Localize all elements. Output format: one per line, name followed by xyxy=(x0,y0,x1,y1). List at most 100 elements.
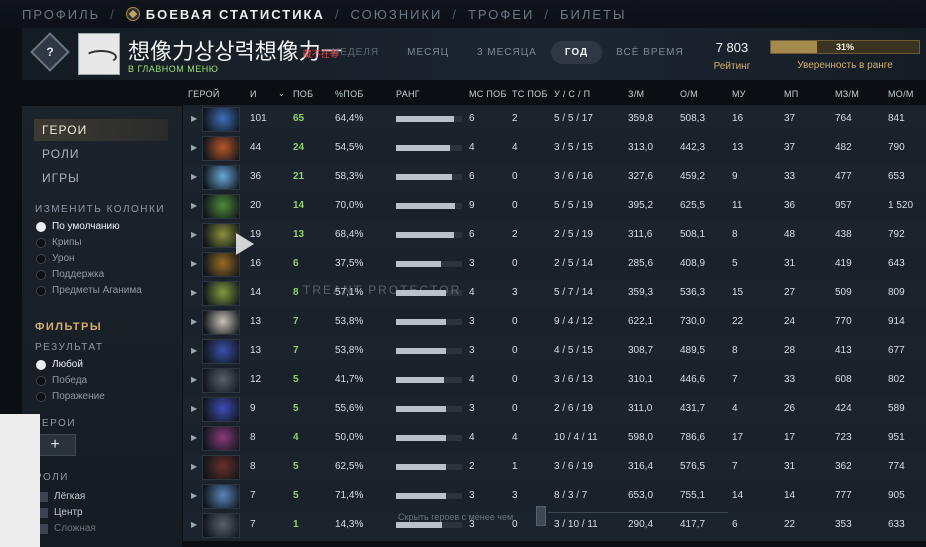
table-row[interactable]: ▶ 20 14 70,0% 9 0 5 / 5 / 19 395,2 625,5 11 36 957 1… xyxy=(183,192,926,221)
hero-portrait[interactable] xyxy=(202,455,240,480)
hero-portrait[interactable] xyxy=(202,223,240,248)
result-win-radio[interactable]: Победа xyxy=(36,375,87,386)
sidebar-item-heroes[interactable]: ГЕРОИ xyxy=(34,119,168,141)
avatar[interactable] xyxy=(78,33,120,75)
expand-row-icon[interactable]: ▶ xyxy=(191,172,197,181)
hero-portrait[interactable] xyxy=(202,339,240,364)
tab-year[interactable]: ГОД xyxy=(550,41,603,64)
sidebar-item-roles[interactable]: РОЛИ xyxy=(34,143,168,165)
result-any-radio[interactable]: Любой xyxy=(36,359,83,370)
hero-portrait[interactable] xyxy=(202,397,240,422)
nav-combat-stats[interactable]: БОЕВАЯ СТАТИСТИКА xyxy=(125,7,325,22)
expand-row-icon[interactable]: ▶ xyxy=(191,375,197,384)
role-mid-checkbox[interactable]: Центр xyxy=(38,507,83,518)
tab-3-months[interactable]: 3 МЕСЯЦА xyxy=(463,41,551,64)
columns-aghanim-radio[interactable]: Предметы Аганима xyxy=(36,285,142,296)
rank-badge-icon[interactable]: ? xyxy=(30,32,70,72)
hero-portrait[interactable] xyxy=(202,513,240,538)
cell-tc-wins: 2 xyxy=(512,229,518,240)
table-row[interactable]: ▶ 36 21 58,3% 6 0 3 / 6 / 16 327,6 459,2 9 33 477 65… xyxy=(183,163,926,192)
nav-trophies[interactable]: ТРОФЕИ xyxy=(468,7,534,22)
col-winrate[interactable]: %ПОБ xyxy=(335,89,364,99)
expand-row-icon[interactable]: ▶ xyxy=(191,259,197,268)
table-row[interactable]: ▶ 8 4 50,0% 4 4 10 / 4 / 11 598,0 786,6 17 17 723 95… xyxy=(183,424,926,453)
hero-portrait[interactable] xyxy=(202,252,240,277)
col-hero[interactable]: ГЕРОЙ xyxy=(188,89,220,99)
table-row[interactable]: ▶ 13 7 53,8% 3 0 4 / 5 / 15 308,7 489,5 8 28 413 677 xyxy=(183,337,926,366)
table-row[interactable]: ▶ 13 7 53,8% 3 0 9 / 4 / 12 622,1 730,0 22 24 770 91… xyxy=(183,308,926,337)
hero-portrait[interactable] xyxy=(202,107,240,132)
expand-row-icon[interactable]: ▶ xyxy=(191,433,197,442)
table-row[interactable]: ▶ 16 6 37,5% 3 0 2 / 5 / 14 285,6 408,9 5 31 419 643 xyxy=(183,250,926,279)
result-loss-radio[interactable]: Поражение xyxy=(36,391,105,402)
table-row[interactable]: ▶ 9 5 55,6% 3 0 2 / 6 / 19 311,0 431,7 4 26 424 589 xyxy=(183,395,926,424)
columns-default-radio[interactable]: По умолчанию xyxy=(36,221,120,232)
role-easy-checkbox[interactable]: Лёгкая xyxy=(38,491,85,502)
expand-row-icon[interactable]: ▶ xyxy=(191,230,197,239)
col-tc-wins[interactable]: ТС ПОБ xyxy=(512,89,548,99)
expand-row-icon[interactable]: ▶ xyxy=(191,491,197,500)
sidebar-item-games[interactable]: ИГРЫ xyxy=(34,167,168,189)
role-hard-checkbox[interactable]: Сложная xyxy=(38,523,96,534)
cell-mu: 22 xyxy=(732,316,744,327)
col-wins[interactable]: ПОБ xyxy=(293,89,313,99)
expand-row-icon[interactable]: ▶ xyxy=(191,201,197,210)
table-row[interactable]: ▶ 14 8 57,1% 4 3 5 / 7 / 14 359,3 536,3 15 27 509 80… xyxy=(183,279,926,308)
hero-portrait[interactable] xyxy=(202,426,240,451)
col-kpm[interactable]: З/М xyxy=(628,89,644,99)
expand-row-icon[interactable]: ▶ xyxy=(191,404,197,413)
nav-tickets[interactable]: БИЛЕТЫ xyxy=(560,7,627,22)
expand-row-icon[interactable]: ▶ xyxy=(191,520,197,529)
min-games-slider-handle[interactable] xyxy=(536,506,546,526)
min-games-slider[interactable] xyxy=(548,512,728,520)
table-row[interactable]: ▶ 7 5 71,4% 3 3 8 / 3 / 7 653,0 755,1 14 14 777 905 xyxy=(183,482,926,511)
table-row[interactable]: ▶ 101 65 64,4% 6 2 5 / 5 / 17 359,8 508,3 16 37 764… xyxy=(183,105,926,134)
cell-mu: 8 xyxy=(732,345,738,356)
result-title: РЕЗУЛЬТАТ xyxy=(35,342,104,353)
play-icon[interactable] xyxy=(236,233,254,255)
columns-damage-radio[interactable]: Урон xyxy=(36,253,75,264)
hero-portrait[interactable] xyxy=(202,310,240,335)
cell-mom: 792 xyxy=(888,229,905,240)
columns-support-radio[interactable]: Поддержка xyxy=(36,269,104,280)
cell-kda: 3 / 6 / 13 xyxy=(554,374,593,385)
expand-row-icon[interactable]: ▶ xyxy=(191,346,197,355)
col-games[interactable]: И xyxy=(250,89,257,99)
expand-row-icon[interactable]: ▶ xyxy=(191,143,197,152)
table-row[interactable]: ▶ 12 5 41,7% 4 0 3 / 6 / 13 310,1 446,6 7 33 608 802 xyxy=(183,366,926,395)
rank-bar-fill xyxy=(396,464,447,470)
col-ms-wins[interactable]: МС ПОБ xyxy=(469,89,507,99)
col-mom[interactable]: МО/М xyxy=(888,89,914,99)
expand-row-icon[interactable]: ▶ xyxy=(191,288,197,297)
table-row[interactable]: ▶ 19 13 68,4% 6 2 2 / 5 / 19 311,6 508,1 8 48 438 79… xyxy=(183,221,926,250)
hero-portrait[interactable] xyxy=(202,281,240,306)
expand-row-icon[interactable]: ▶ xyxy=(191,317,197,326)
hero-portrait[interactable] xyxy=(202,165,240,190)
hero-portrait[interactable] xyxy=(202,368,240,393)
tab-all-time[interactable]: ВСЁ ВРЕМЯ xyxy=(602,41,698,64)
add-hero-button[interactable]: + xyxy=(34,434,76,456)
radio-icon xyxy=(36,285,46,296)
expand-row-icon[interactable]: ▶ xyxy=(191,462,197,471)
col-mu[interactable]: МУ xyxy=(732,89,746,99)
nav-allies[interactable]: СОЮЗНИКИ xyxy=(351,7,443,22)
tab-month[interactable]: МЕСЯЦ xyxy=(393,41,463,64)
hero-portrait[interactable] xyxy=(202,136,240,161)
columns-creeps-radio[interactable]: Крипы xyxy=(36,237,82,248)
hero-portrait[interactable] xyxy=(202,194,240,219)
cell-wins: 5 xyxy=(293,374,299,385)
tab-week[interactable]: НЕДЕЛЯ xyxy=(318,41,393,64)
col-kda[interactable]: У / С / П xyxy=(554,89,590,99)
table-row[interactable]: ▶ 8 5 62,5% 2 1 3 / 6 / 19 316,4 576,5 7 31 362 774 xyxy=(183,453,926,482)
col-xpm[interactable]: МЗ/М xyxy=(835,89,859,99)
table-row[interactable]: ▶ 44 24 54,5% 4 4 3 / 5 / 15 313,0 442,3 13 37 482 7… xyxy=(183,134,926,163)
col-mp[interactable]: МП xyxy=(784,89,799,99)
col-rank[interactable]: РАНГ xyxy=(396,89,420,99)
expand-row-icon[interactable]: ▶ xyxy=(191,114,197,123)
cell-mu: 6 xyxy=(732,519,738,530)
hero-portrait[interactable] xyxy=(202,484,240,509)
nav-profile[interactable]: ПРОФИЛЬ xyxy=(22,7,100,22)
col-gpm[interactable]: О/М xyxy=(680,89,698,99)
sort-desc-icon[interactable]: ⌄ xyxy=(278,89,285,98)
cell-kpm: 622,1 xyxy=(628,316,654,327)
